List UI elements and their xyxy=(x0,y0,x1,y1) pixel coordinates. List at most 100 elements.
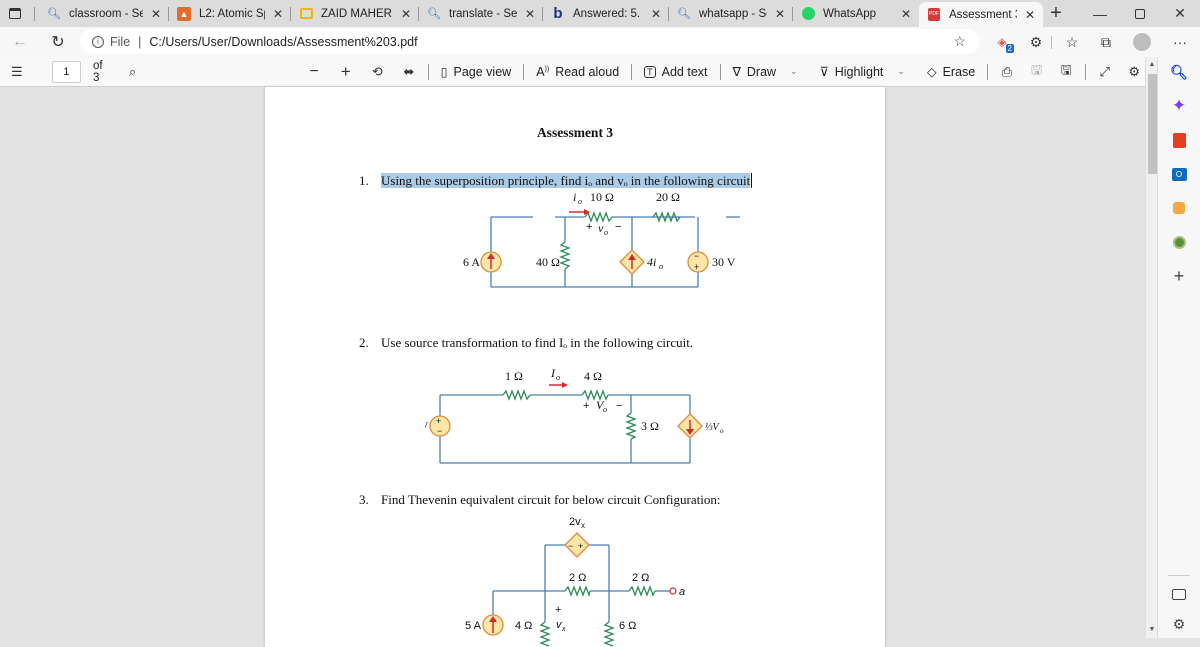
label-vo-plus: + xyxy=(586,221,592,233)
extensions-puzzle-icon[interactable]: ⚙ xyxy=(1024,30,1048,54)
tab-translate[interactable]: 🔍︎ translate - Search ✕ xyxy=(419,0,543,27)
tab-label: Assessment 3.pdf xyxy=(949,8,1017,21)
page-view-button[interactable]: ▯ Page view xyxy=(437,64,516,80)
fullscreen-icon[interactable]: ⤢ xyxy=(1094,61,1116,83)
tab-answered[interactable]: b Answered: 5. Obt ✕ xyxy=(543,0,669,27)
document-title: Assessment 3 xyxy=(536,125,614,140)
draw-label: Draw xyxy=(746,64,777,79)
tab-atomic-spectra[interactable]: ▲ L2: Atomic Spectr ✕ xyxy=(169,0,291,27)
tab-label: classroom - Searc xyxy=(69,7,143,20)
tab-whatsapp-search[interactable]: 🔍︎ whatsapp - Searc ✕ xyxy=(669,0,793,27)
resistor-4-ohm xyxy=(581,389,609,401)
close-icon[interactable]: ✕ xyxy=(773,7,787,21)
refresh-button[interactable]: ↻ xyxy=(44,27,72,57)
minimize-button[interactable]: — xyxy=(1080,0,1120,27)
erase-button[interactable]: ◇ Erase xyxy=(923,64,979,80)
contents-icon[interactable]: ☰ xyxy=(6,61,28,83)
save-icon[interactable]: 🖫︎ xyxy=(1026,61,1048,83)
label-2-ohm-b: 2 Ω xyxy=(632,572,649,584)
save-as-icon[interactable]: 🖫︎ xyxy=(1055,61,1077,83)
close-window-button[interactable]: ✕ xyxy=(1160,0,1200,27)
close-icon[interactable]: ✕ xyxy=(1023,8,1037,22)
chevron-down-icon[interactable]: ⌄ xyxy=(790,66,798,77)
divider: | xyxy=(138,34,142,49)
add-sidebar-app-icon[interactable]: + xyxy=(1168,265,1190,287)
profile-avatar[interactable] xyxy=(1130,30,1154,54)
tab-whatsapp[interactable]: WhatsApp ✕ xyxy=(793,0,919,27)
print-icon[interactable]: ⎙ xyxy=(996,61,1018,83)
plus-sign: + xyxy=(578,541,583,551)
sidebar-settings-icon[interactable]: ⚙ xyxy=(1168,613,1190,635)
restore-button[interactable] xyxy=(1120,0,1160,27)
label-1-ohm: 1 Ω xyxy=(505,369,523,383)
read-aloud-button[interactable]: A)) Read aloud xyxy=(532,65,623,79)
info-icon[interactable]: i xyxy=(92,35,104,48)
close-icon[interactable]: ✕ xyxy=(149,7,163,21)
office-icon[interactable] xyxy=(1168,129,1190,151)
search-icon[interactable]: ⌕ xyxy=(122,61,144,83)
close-icon[interactable]: ✕ xyxy=(399,7,413,21)
tab-classroom[interactable]: 🔍︎ classroom - Searc ✕ xyxy=(39,0,169,27)
favorites-icon[interactable]: ☆ xyxy=(1060,30,1084,54)
plus-sign: + xyxy=(694,262,699,272)
label-vo-minus: − xyxy=(615,221,621,233)
label-4-ohm: 4 Ω xyxy=(515,620,532,632)
tab-label: ZAID MAHER MA xyxy=(321,7,393,20)
label-vo-minus: − xyxy=(616,400,622,412)
outlook-icon[interactable]: O xyxy=(1168,163,1190,185)
close-icon[interactable]: ✕ xyxy=(899,7,913,21)
question-number: 1. xyxy=(359,173,369,188)
close-icon[interactable]: ✕ xyxy=(523,7,537,21)
highlight-button[interactable]: ⊽ Highlight ⌄ xyxy=(816,64,909,80)
zoom-in-icon[interactable]: + xyxy=(335,61,357,83)
label-third-vo: ⅓V xyxy=(705,422,721,433)
label-5a: 5 A xyxy=(465,620,482,632)
label-vx-plus: + xyxy=(555,604,561,616)
divider xyxy=(427,63,429,80)
url-text[interactable]: C:/Users/User/Downloads/Assessment%203.p… xyxy=(149,35,417,49)
search-icon: 🔍︎ xyxy=(47,8,61,20)
page-number-input[interactable]: 1 xyxy=(51,60,82,83)
close-icon[interactable]: ✕ xyxy=(271,7,285,21)
back-button[interactable]: ← xyxy=(6,27,34,57)
minus-sign: − xyxy=(437,426,442,436)
new-tab-button[interactable]: + xyxy=(1043,0,1069,27)
hide-sidebar-icon[interactable] xyxy=(1168,583,1190,605)
label-4-ohm: 4 Ω xyxy=(584,369,602,383)
draw-button[interactable]: ∇ Draw ⌄ xyxy=(729,64,802,80)
divider xyxy=(1051,36,1052,49)
chevron-down-icon[interactable]: ⌄ xyxy=(897,66,905,77)
extension-app-icon[interactable] xyxy=(1168,231,1190,253)
add-favorite-icon[interactable]: ☆ xyxy=(953,33,966,50)
copilot-icon[interactable]: ✦ xyxy=(1168,95,1190,117)
extension-icon[interactable]: ◈ 2 xyxy=(990,30,1014,54)
tab-zaid-maher[interactable]: ZAID MAHER MA ✕ xyxy=(291,0,419,27)
note-icon xyxy=(299,7,313,21)
tab-label: Answered: 5. Obt xyxy=(573,7,643,20)
scrollbar-thumb[interactable] xyxy=(1148,74,1157,174)
question-number: 2. xyxy=(359,335,369,350)
games-icon[interactable] xyxy=(1168,197,1190,219)
fit-page-icon[interactable]: ⬌ xyxy=(398,61,420,83)
label-4io-sub: o xyxy=(659,262,663,271)
search-icon[interactable]: 🔍︎ xyxy=(1168,61,1190,83)
label-30v: 30 V xyxy=(712,255,736,269)
extension-badge: 2 xyxy=(1005,44,1014,53)
settings-icon[interactable]: ⚙ xyxy=(1123,61,1145,83)
close-icon[interactable]: ✕ xyxy=(649,7,663,21)
edge-sidebar: 🔍︎ ✦ O + ⚙ xyxy=(1157,57,1200,638)
tab-assessment-pdf[interactable]: PDF Assessment 3.pdf ✕ xyxy=(919,2,1043,27)
pdf-viewer[interactable]: Assessment 3 1. Using the superposition … xyxy=(0,87,1145,647)
vertical-scrollbar[interactable]: ▲ ▼ xyxy=(1145,57,1157,638)
more-menu-icon[interactable]: ··· xyxy=(1168,30,1192,54)
collections-icon[interactable]: ⧉ xyxy=(1094,30,1118,54)
rotate-icon[interactable]: ⟲ xyxy=(367,61,389,83)
tab-label: WhatsApp xyxy=(823,7,877,20)
eraser-icon: ◇ xyxy=(926,65,937,79)
tab-label: L2: Atomic Spectr xyxy=(199,7,265,20)
add-text-button[interactable]: T Add text xyxy=(640,65,711,79)
minus-sign: − xyxy=(568,541,573,551)
zoom-out-icon[interactable]: − xyxy=(303,61,325,83)
address-bar[interactable]: i File | C:/Users/User/Downloads/Assessm… xyxy=(80,29,980,54)
tab-actions-button[interactable] xyxy=(0,0,30,27)
